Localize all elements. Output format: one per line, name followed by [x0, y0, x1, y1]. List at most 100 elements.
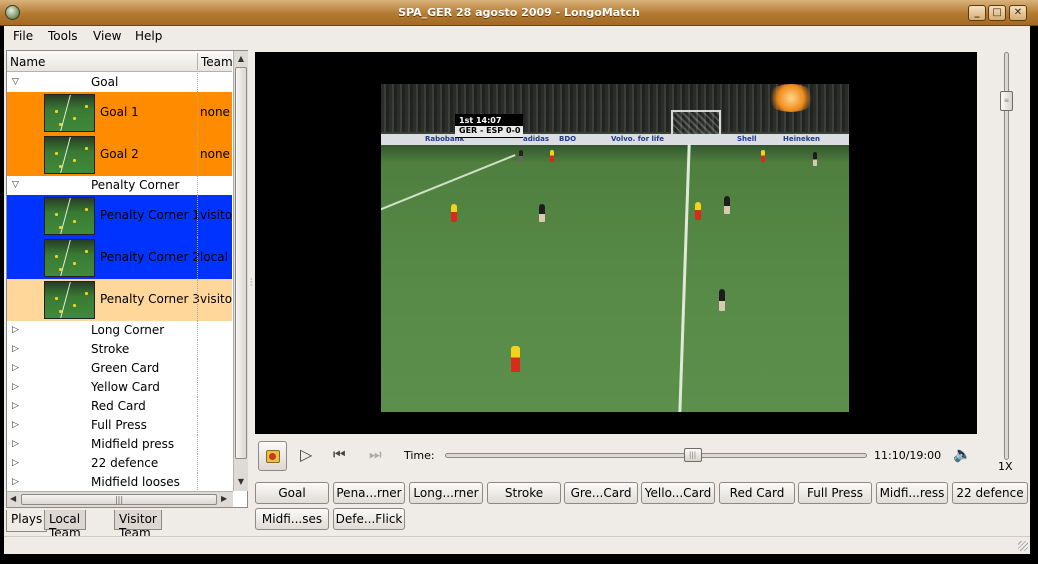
play-row[interactable]: Goal 1 none — [7, 92, 232, 134]
category-label: Goal — [91, 75, 119, 89]
expand-triangle-icon[interactable]: ▷ — [12, 325, 19, 335]
video-player-figure — [695, 202, 701, 220]
play-row[interactable]: Goal 2 none — [7, 134, 232, 176]
scroll-right-icon[interactable]: ▶ — [221, 494, 227, 503]
category-button[interactable]: Midfi...ress — [876, 482, 948, 504]
tab-visitor-team[interactable]: Visitor Team — [114, 510, 162, 540]
category-button[interactable]: Yello...Card — [641, 482, 715, 504]
expand-triangle-icon[interactable]: ▷ — [12, 458, 19, 468]
play-thumbnail — [44, 94, 95, 132]
horizontal-scroll-thumb[interactable]: ||| — [21, 494, 217, 505]
tree-category-row[interactable]: ▷ Midfield press — [7, 435, 232, 454]
snapshot-button[interactable] — [258, 441, 287, 471]
speed-slider-knob[interactable]: ≡ — [1000, 90, 1013, 111]
column-divider — [197, 321, 198, 340]
column-divider — [197, 454, 198, 473]
tree-vertical-scrollbar[interactable]: ▲ ▼ — [233, 51, 248, 491]
column-divider — [197, 473, 198, 491]
expand-triangle-icon[interactable]: ▷ — [12, 420, 19, 430]
video-player-figure — [511, 346, 520, 372]
expand-triangle-icon[interactable]: ▷ — [12, 401, 19, 411]
category-button[interactable]: Gre...Card — [564, 482, 638, 504]
play-row[interactable]: Penalty Corner 2 local — [7, 237, 232, 279]
previous-icon[interactable]: ⏮ — [333, 447, 346, 463]
speed-slider-track[interactable] — [1004, 52, 1009, 460]
tree-category-row[interactable]: ▷ Full Press — [7, 416, 232, 435]
expand-triangle-icon[interactable]: ▷ — [12, 382, 19, 392]
expand-triangle-icon[interactable]: ▷ — [12, 439, 19, 449]
play-team: visitor — [200, 292, 232, 306]
video-player-figure — [539, 204, 545, 222]
tree-category-row[interactable]: ▷ Stroke — [7, 340, 232, 359]
scroll-left-icon[interactable]: ◀ — [10, 494, 16, 503]
tree-category-row[interactable]: ▷ Yellow Card — [7, 378, 232, 397]
category-button[interactable]: 22 defence — [952, 482, 1028, 504]
scroll-down-icon[interactable]: ▼ — [235, 475, 247, 489]
column-divider — [197, 397, 198, 416]
seek-slider[interactable]: ||| — [445, 448, 867, 462]
category-button[interactable]: Pena...rner — [333, 482, 405, 504]
status-bar — [4, 536, 1030, 554]
category-button[interactable]: Full Press — [798, 482, 872, 504]
collapse-triangle-icon[interactable]: ▽ — [12, 77, 19, 87]
tree-category-row[interactable]: ▷ Green Card — [7, 359, 232, 378]
tree-category-row[interactable]: ▷ Red Card — [7, 397, 232, 416]
category-button[interactable]: Stroke — [487, 482, 561, 504]
play-team: local — [200, 250, 228, 264]
category-button[interactable]: Defe...Flick — [333, 508, 405, 530]
score-overlay: 1st 14:07 GER - ESP 0-0 — [455, 114, 523, 138]
column-team[interactable]: Team — [201, 55, 233, 69]
play-team: none — [200, 105, 230, 119]
snapshot-icon — [266, 450, 280, 463]
column-name[interactable]: Name — [10, 55, 45, 69]
next-icon[interactable]: ⏭ — [369, 447, 382, 463]
tree-category-row[interactable]: ▷ Midfield looses — [7, 473, 232, 491]
play-label: Penalty Corner 2 — [100, 250, 200, 264]
minimize-button[interactable]: _ — [968, 5, 986, 21]
tree-horizontal-scrollbar[interactable]: ◀ ||| ▶ — [7, 491, 233, 507]
play-thumbnail — [44, 281, 95, 319]
tab-plays[interactable]: Plays — [6, 510, 48, 532]
menu-view[interactable]: View — [93, 29, 121, 43]
speed-slider[interactable]: ≡ — [1000, 52, 1014, 460]
menu-help[interactable]: Help — [135, 29, 162, 43]
tree-category-row[interactable]: ▷ 22 defence — [7, 454, 232, 473]
video-flash — [766, 84, 816, 112]
play-row[interactable]: Penalty Corner 1visitor — [7, 195, 232, 237]
expand-triangle-icon[interactable]: ▷ — [12, 477, 19, 487]
menu-tools[interactable]: Tools — [48, 29, 78, 43]
category-button[interactable]: Long...rner — [409, 482, 483, 504]
collapse-triangle-icon[interactable]: ▽ — [12, 180, 19, 190]
category-button[interactable]: Goal — [255, 482, 329, 504]
close-button[interactable]: ✕ — [1009, 5, 1027, 21]
tree-category-row[interactable]: ▽ Penalty Corner — [7, 176, 232, 195]
video-player-figure — [519, 150, 523, 162]
category-button[interactable]: Midfi...ses — [255, 508, 329, 530]
expand-triangle-icon[interactable]: ▷ — [12, 344, 19, 354]
category-label: Red Card — [91, 399, 146, 413]
video-player-figure — [550, 150, 554, 162]
tree-category-row[interactable]: ▽ Goal — [7, 73, 232, 92]
tree-category-row[interactable]: ▷ Long Corner — [7, 321, 232, 340]
play-row[interactable]: Penalty Corner 3visitor — [7, 279, 232, 321]
expand-triangle-icon[interactable]: ▷ — [12, 363, 19, 373]
ad-text: Heineken — [783, 135, 820, 143]
scroll-up-icon[interactable]: ▲ — [235, 52, 247, 66]
maximize-button[interactable]: □ — [988, 5, 1006, 21]
tab-local-team[interactable]: Local Team — [44, 510, 86, 540]
video-player-figure — [451, 204, 457, 222]
seek-slider-knob[interactable]: ||| — [683, 448, 702, 462]
play-label: Goal 2 — [100, 147, 139, 161]
category-button[interactable]: Red Card — [719, 482, 795, 504]
play-icon[interactable]: ▷ — [300, 445, 312, 464]
ad-text: Shell — [737, 135, 757, 143]
play-label: Penalty Corner 3 — [100, 292, 200, 306]
volume-icon[interactable]: 🔈 — [953, 445, 972, 463]
column-separator — [197, 53, 198, 70]
play-thumbnail — [44, 136, 95, 174]
resize-grip-icon[interactable] — [1018, 541, 1028, 551]
video-player[interactable]: Rabobank adidas BDO Volvo. for life Shel… — [255, 52, 977, 434]
vertical-scroll-thumb[interactable] — [235, 67, 247, 459]
menu-file[interactable]: File — [13, 29, 33, 43]
category-label: Stroke — [91, 342, 130, 356]
